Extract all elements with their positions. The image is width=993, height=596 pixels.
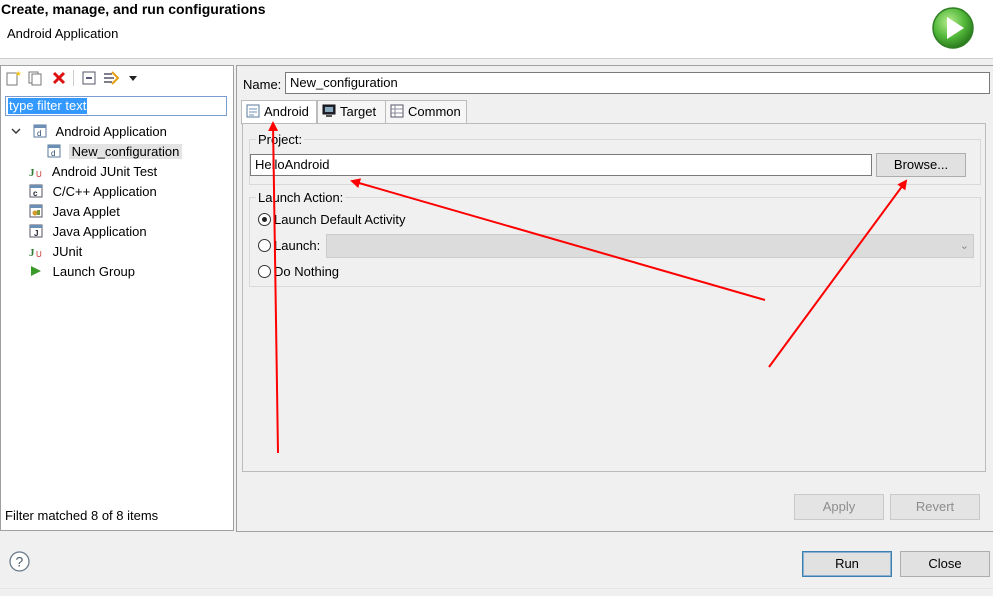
help-icon[interactable]: ?	[9, 551, 30, 572]
launch-action-group-title: Launch Action:	[256, 190, 346, 205]
svg-text:J: J	[34, 229, 38, 238]
android-app-icon: d	[33, 124, 47, 138]
browse-button[interactable]: Browse...	[876, 153, 966, 177]
dropdown-arrow-icon[interactable]	[125, 70, 141, 86]
tree-item-java-applet[interactable]: Java Applet	[29, 202, 120, 222]
filter-input[interactable]: type filter text	[8, 98, 88, 114]
tab-android[interactable]: Android	[241, 100, 317, 125]
filter-status-text: Filter matched 8 of 8 items	[5, 508, 159, 523]
collapse-all-icon[interactable]	[81, 70, 97, 86]
tree-item-label: Android Application	[55, 124, 167, 139]
svg-text:U: U	[36, 250, 42, 258]
radio-checked-icon	[258, 213, 271, 226]
java-app-icon: J	[29, 224, 43, 238]
run-logo-icon	[932, 7, 974, 49]
chevron-down-icon[interactable]	[11, 124, 21, 138]
new-config-icon[interactable]	[5, 70, 21, 86]
radio-launch-default-activity[interactable]: Launch Default Activity	[258, 212, 406, 228]
close-button[interactable]: Close	[900, 551, 990, 577]
junit-icon: JU	[29, 244, 43, 259]
radio-do-nothing[interactable]: Do Nothing	[258, 264, 339, 280]
project-group-title: Project:	[256, 132, 305, 147]
launch-group-icon	[29, 264, 43, 278]
tree-item-label: Java Applet	[52, 204, 120, 219]
project-input[interactable]: HelloAndroid	[250, 154, 872, 176]
common-icon	[390, 103, 404, 118]
tree-item-label: Android JUnit Test	[51, 164, 158, 179]
delete-icon[interactable]	[51, 70, 67, 86]
c-app-icon: c	[29, 184, 43, 198]
svg-text:?: ?	[16, 554, 24, 570]
tree-item-cpp-application[interactable]: c C/C++ Application	[29, 182, 157, 202]
tree-item-java-application[interactable]: J Java Application	[29, 222, 147, 242]
applet-icon	[29, 204, 43, 218]
filter-icon[interactable]	[103, 70, 119, 86]
tree-item-junit[interactable]: JU JUnit	[29, 242, 82, 262]
run-button[interactable]: Run	[802, 551, 892, 577]
dialog-subtitle: Android Application	[7, 26, 119, 41]
filter-input-box[interactable]: type filter text	[5, 96, 227, 116]
radio-unchecked-icon	[258, 265, 271, 278]
android-app-icon: d	[47, 144, 61, 158]
radio-label: Launch Default Activity	[274, 212, 406, 227]
svg-text:c: c	[33, 189, 38, 198]
toolbar-divider	[73, 70, 74, 86]
chevron-down-icon: ⌄	[959, 240, 969, 252]
radio-unchecked-icon	[258, 239, 271, 252]
radio-label: Do Nothing	[274, 264, 340, 279]
tree-item-label: JUnit	[52, 244, 83, 259]
svg-text:U: U	[36, 170, 42, 178]
tab-label: Android	[264, 104, 309, 119]
name-input[interactable]: New_configuration	[285, 72, 990, 94]
dialog-header: Create, manage, and run configurations A…	[0, 0, 993, 59]
android-tab-icon	[246, 103, 260, 118]
tab-target[interactable]: Target	[317, 100, 387, 124]
tab-label: Target	[340, 104, 377, 119]
revert-button[interactable]: Revert	[890, 494, 980, 520]
svg-text:d: d	[37, 129, 41, 138]
svg-text:J: J	[29, 247, 35, 258]
tab-label: Common	[408, 104, 461, 119]
tree-item-label: New_configuration	[68, 144, 183, 159]
tree-item-android-junit-test[interactable]: JU Android JUnit Test	[29, 162, 157, 182]
configuration-editor-panel: Name: New_configuration Android Target C…	[236, 65, 993, 532]
launch-action-group: Launch Action: Launch Default Activity L…	[249, 190, 981, 287]
dialog-title: Create, manage, and run configurations	[1, 1, 266, 17]
tree-item-label: C/C++ Application	[52, 184, 157, 199]
svg-text:d: d	[51, 149, 55, 158]
tree-item-label: Java Application	[52, 224, 147, 239]
tree-item-android-application[interactable]: d Android Application	[11, 122, 167, 142]
tree-item-label: Launch Group	[52, 264, 136, 279]
radio-launch[interactable]: Launch:	[258, 238, 320, 254]
name-label: Name:	[243, 77, 282, 92]
radio-label: Launch:	[274, 238, 321, 253]
svg-text:J: J	[29, 167, 35, 178]
apply-button[interactable]: Apply	[794, 494, 884, 520]
configuration-list-panel: type filter text d Android Application d…	[0, 65, 234, 531]
tree-item-new-configuration[interactable]: d New_configuration	[47, 142, 183, 162]
junit-icon: JU	[29, 164, 43, 179]
target-icon	[322, 103, 336, 117]
tab-common[interactable]: Common	[385, 100, 467, 124]
tree-item-launch-group[interactable]: Launch Group	[29, 262, 135, 282]
android-tab-content: Project: HelloAndroid Browse... Launch A…	[242, 123, 986, 472]
duplicate-icon[interactable]	[27, 70, 43, 86]
launch-activity-select[interactable]: ⌄	[326, 234, 974, 258]
